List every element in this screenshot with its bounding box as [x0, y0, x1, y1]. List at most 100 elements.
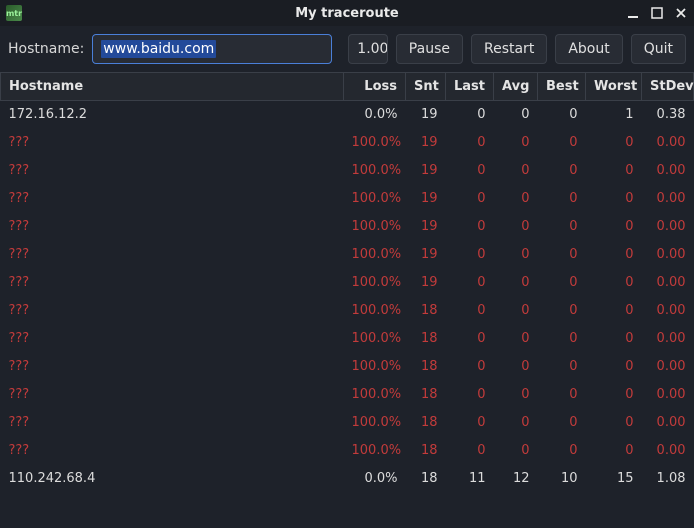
- quit-button[interactable]: Quit: [631, 34, 686, 64]
- cell-worst: 0: [586, 297, 642, 325]
- cell-host: ???: [1, 157, 344, 185]
- restart-button[interactable]: Restart: [471, 34, 547, 64]
- cell-loss: 100.0%: [344, 157, 406, 185]
- col-snt[interactable]: Snt: [406, 73, 446, 101]
- cell-snt: 18: [406, 325, 446, 353]
- cell-best: 0: [538, 381, 586, 409]
- cell-stdev: 0.00: [642, 213, 694, 241]
- cell-best: 0: [538, 157, 586, 185]
- cell-avg: 0: [494, 185, 538, 213]
- cell-host: ???: [1, 381, 344, 409]
- cell-host: ???: [1, 185, 344, 213]
- cell-avg: 0: [494, 129, 538, 157]
- cell-loss: 100.0%: [344, 297, 406, 325]
- pause-button[interactable]: Pause: [396, 34, 463, 64]
- cell-avg: 12: [494, 465, 538, 493]
- table-row[interactable]: ???100.0%1900000.00: [1, 185, 694, 213]
- results-table-wrap[interactable]: Hostname Loss Snt Last Avg Best Worst St…: [0, 72, 694, 528]
- cell-avg: 0: [494, 325, 538, 353]
- col-stdev[interactable]: StDev: [642, 73, 694, 101]
- cell-snt: 19: [406, 269, 446, 297]
- cell-snt: 19: [406, 185, 446, 213]
- cell-host: ???: [1, 437, 344, 465]
- cell-worst: 0: [586, 213, 642, 241]
- table-row[interactable]: ???100.0%1800000.00: [1, 325, 694, 353]
- cell-stdev: 0.00: [642, 325, 694, 353]
- cell-loss: 0.0%: [344, 465, 406, 493]
- cell-loss: 100.0%: [344, 409, 406, 437]
- cell-loss: 100.0%: [344, 129, 406, 157]
- close-button[interactable]: [674, 6, 688, 20]
- about-button[interactable]: About: [555, 34, 622, 64]
- table-row[interactable]: ???100.0%1900000.00: [1, 213, 694, 241]
- cell-worst: 0: [586, 241, 642, 269]
- interval-value: 1.00: [349, 35, 388, 63]
- cell-worst: 0: [586, 381, 642, 409]
- maximize-button[interactable]: [650, 6, 664, 20]
- cell-avg: 0: [494, 157, 538, 185]
- table-row[interactable]: 110.242.68.40.0%18111210151.08: [1, 465, 694, 493]
- title-bar: mtr My traceroute: [0, 0, 694, 26]
- col-avg[interactable]: Avg: [494, 73, 538, 101]
- table-row[interactable]: ???100.0%1800000.00: [1, 353, 694, 381]
- cell-host: ???: [1, 409, 344, 437]
- table-row[interactable]: ???100.0%1800000.00: [1, 381, 694, 409]
- cell-stdev: 0.00: [642, 269, 694, 297]
- cell-best: 0: [538, 185, 586, 213]
- cell-loss: 100.0%: [344, 241, 406, 269]
- cell-last: 0: [446, 409, 494, 437]
- table-row[interactable]: ???100.0%1900000.00: [1, 269, 694, 297]
- cell-stdev: 0.00: [642, 353, 694, 381]
- cell-host: 172.16.12.2: [1, 101, 344, 129]
- cell-snt: 18: [406, 437, 446, 465]
- cell-host: ???: [1, 241, 344, 269]
- window-controls: [626, 6, 688, 20]
- hostname-input[interactable]: www.baidu.com: [92, 34, 332, 64]
- cell-loss: 100.0%: [344, 185, 406, 213]
- cell-last: 0: [446, 269, 494, 297]
- cell-avg: 0: [494, 101, 538, 129]
- col-worst[interactable]: Worst: [586, 73, 642, 101]
- cell-host: ???: [1, 129, 344, 157]
- cell-stdev: 0.00: [642, 241, 694, 269]
- app-icon: mtr: [6, 5, 22, 21]
- minimize-button[interactable]: [626, 6, 640, 20]
- table-row[interactable]: ???100.0%1800000.00: [1, 409, 694, 437]
- cell-best: 0: [538, 269, 586, 297]
- cell-last: 0: [446, 157, 494, 185]
- cell-best: 0: [538, 297, 586, 325]
- cell-best: 0: [538, 409, 586, 437]
- col-last[interactable]: Last: [446, 73, 494, 101]
- cell-avg: 0: [494, 213, 538, 241]
- cell-last: 0: [446, 129, 494, 157]
- results-table: Hostname Loss Snt Last Avg Best Worst St…: [0, 72, 694, 493]
- cell-snt: 19: [406, 101, 446, 129]
- cell-loss: 100.0%: [344, 437, 406, 465]
- cell-snt: 18: [406, 381, 446, 409]
- cell-avg: 0: [494, 381, 538, 409]
- cell-snt: 19: [406, 157, 446, 185]
- col-best[interactable]: Best: [538, 73, 586, 101]
- cell-loss: 100.0%: [344, 381, 406, 409]
- table-row[interactable]: ???100.0%1800000.00: [1, 437, 694, 465]
- cell-stdev: 0.00: [642, 157, 694, 185]
- cell-worst: 1: [586, 101, 642, 129]
- cell-loss: 100.0%: [344, 269, 406, 297]
- table-row[interactable]: ???100.0%1900000.00: [1, 241, 694, 269]
- table-row[interactable]: 172.16.12.20.0%1900010.38: [1, 101, 694, 129]
- toolbar: Hostname: www.baidu.com 1.00 ▲ ▼ Pause R…: [0, 26, 694, 72]
- cell-avg: 0: [494, 297, 538, 325]
- hostname-value: www.baidu.com: [101, 40, 216, 58]
- cell-host: ???: [1, 353, 344, 381]
- col-hostname[interactable]: Hostname: [1, 73, 344, 101]
- col-loss[interactable]: Loss: [344, 73, 406, 101]
- table-row[interactable]: ???100.0%1800000.00: [1, 297, 694, 325]
- cell-worst: 0: [586, 129, 642, 157]
- table-row[interactable]: ???100.0%1900000.00: [1, 129, 694, 157]
- cell-avg: 0: [494, 437, 538, 465]
- interval-spinbox[interactable]: 1.00 ▲ ▼: [348, 34, 388, 64]
- table-row[interactable]: ???100.0%1900000.00: [1, 157, 694, 185]
- cell-last: 11: [446, 465, 494, 493]
- cell-stdev: 0.38: [642, 101, 694, 129]
- cell-worst: 0: [586, 157, 642, 185]
